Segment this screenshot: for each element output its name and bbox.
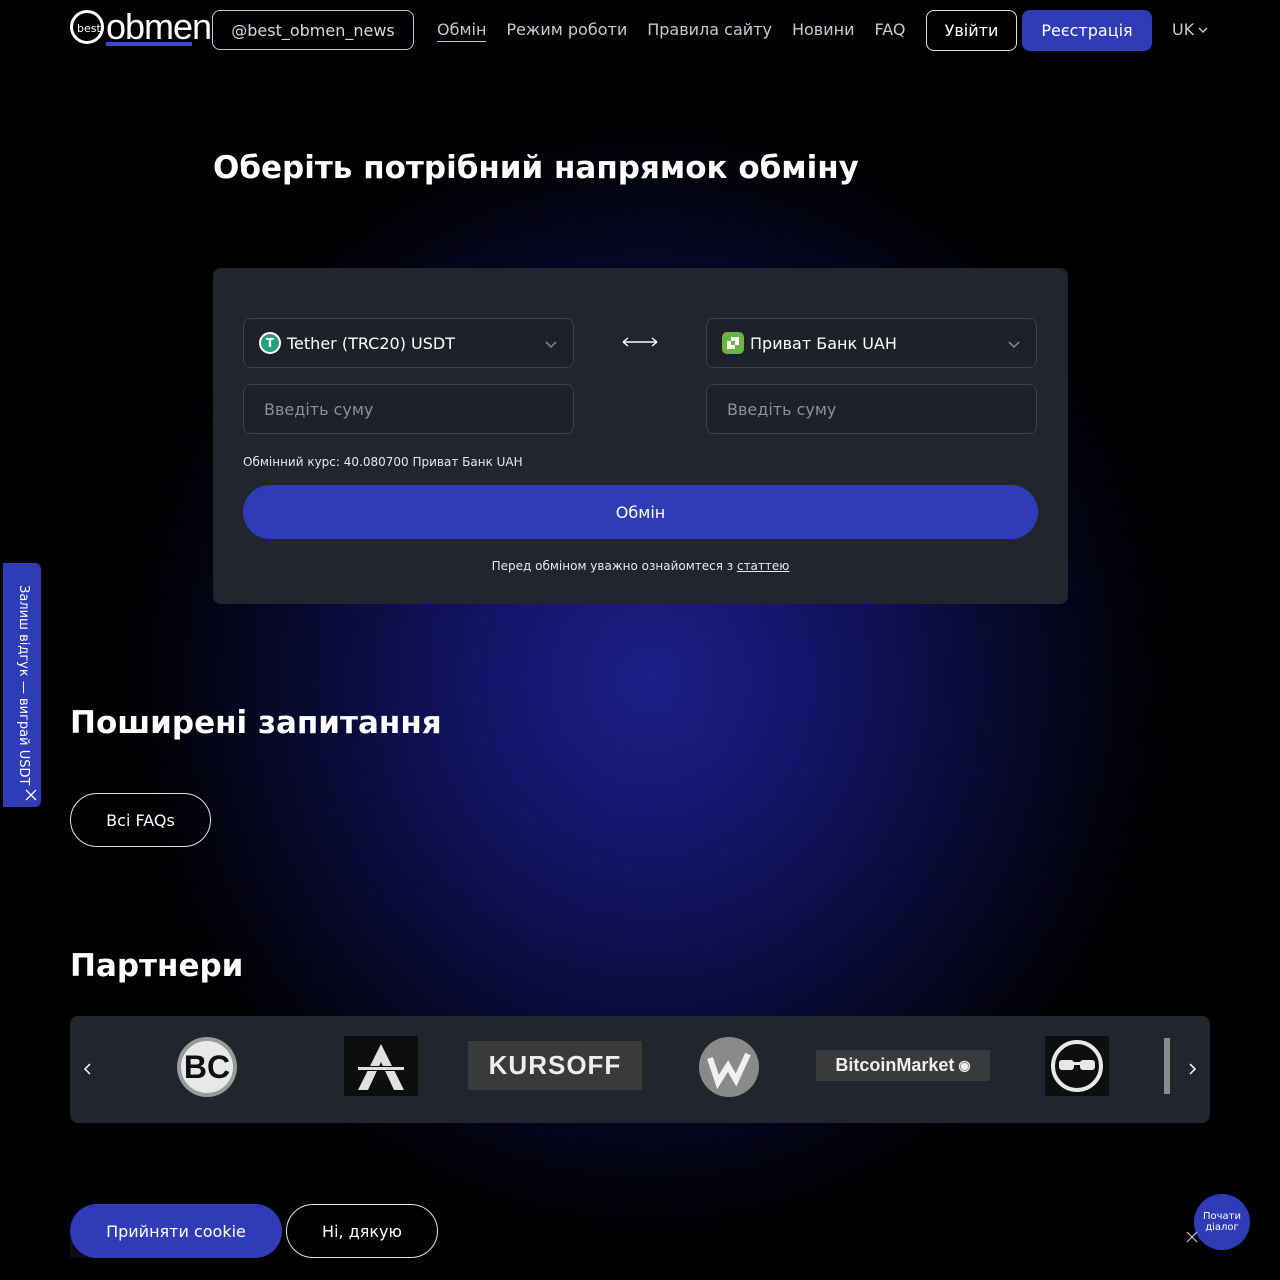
chevron-right-icon[interactable] bbox=[1186, 1062, 1198, 1076]
to-currency-select[interactable]: Приват Банк UAH bbox=[706, 318, 1037, 368]
bitcoinmarket-text: BitcoinMarket bbox=[835, 1055, 955, 1075]
from-amount-input[interactable] bbox=[243, 384, 574, 434]
partner-logo-glasses[interactable] bbox=[1045, 1036, 1109, 1096]
to-amount-input[interactable] bbox=[706, 384, 1037, 434]
money-bag-icon: ◉ bbox=[958, 1057, 971, 1073]
from-currency-select[interactable]: T Tether (TRC20) USDT bbox=[243, 318, 574, 368]
chevron-left-icon[interactable] bbox=[82, 1062, 94, 1076]
nav-item-exchange[interactable]: Обмін bbox=[437, 20, 487, 42]
register-button[interactable]: Реєстрація bbox=[1022, 10, 1152, 51]
chevron-down-icon bbox=[1198, 27, 1208, 33]
all-faqs-button[interactable]: Всі FAQs bbox=[70, 793, 211, 847]
partner-logo-kursoff[interactable]: KURSOFF bbox=[468, 1041, 642, 1090]
chevron-down-icon bbox=[545, 341, 557, 348]
accept-cookie-button[interactable]: Прийняти cookie bbox=[70, 1204, 282, 1258]
partners-carousel: BC KURSOFF BitcoinMarket ◉ bbox=[70, 1016, 1210, 1123]
note-text: Перед обміном уважно ознайомтеся з bbox=[491, 559, 737, 573]
close-icon[interactable] bbox=[25, 789, 37, 801]
exchange-card: T Tether (TRC20) USDT Приват Банк UAH Об… bbox=[213, 268, 1068, 604]
logo-small-text: best bbox=[77, 22, 101, 35]
note-article-link[interactable]: статтею bbox=[737, 559, 789, 573]
main-nav: Обмін Режим роботи Правила сайту Новини … bbox=[437, 20, 905, 42]
from-currency-label: Tether (TRC20) USDT bbox=[287, 333, 455, 353]
swap-arrows-icon[interactable] bbox=[621, 332, 659, 352]
close-icon[interactable] bbox=[1186, 1231, 1198, 1243]
nav-item-faq[interactable]: FAQ bbox=[874, 20, 905, 42]
chat-label-line2: діалог bbox=[1205, 1222, 1239, 1233]
nav-item-news[interactable]: Новини bbox=[792, 20, 855, 42]
login-button[interactable]: Увійти bbox=[926, 10, 1017, 51]
partner-logo-partial bbox=[1164, 1038, 1170, 1094]
language-selector[interactable]: UK bbox=[1172, 20, 1208, 39]
partner-logo-bitcoinmarket[interactable]: BitcoinMarket ◉ bbox=[816, 1050, 990, 1081]
start-chat-button[interactable]: Почати діалог bbox=[1194, 1194, 1250, 1250]
chat-label-line1: Почати bbox=[1203, 1211, 1241, 1222]
partner-logo-a[interactable] bbox=[344, 1036, 418, 1096]
exchange-title: Оберіть потрібний напрямок обміну bbox=[213, 150, 859, 186]
svg-text:BC: BC bbox=[184, 1049, 230, 1085]
nav-item-schedule[interactable]: Режим роботи bbox=[506, 20, 627, 42]
faq-title: Поширені запитання bbox=[70, 705, 442, 741]
language-label: UK bbox=[1172, 20, 1195, 39]
nav-item-rules[interactable]: Правила сайту bbox=[647, 20, 772, 42]
feedback-tab[interactable]: Залиш відгук — виграй USDT bbox=[3, 563, 41, 807]
site-logo[interactable]: best obmen bbox=[70, 6, 212, 48]
chevron-down-icon bbox=[1008, 341, 1020, 348]
partner-logo-w[interactable] bbox=[698, 1036, 760, 1098]
tether-icon: T bbox=[259, 332, 281, 354]
exchange-note: Перед обміном уважно ознайомтеся з статт… bbox=[213, 559, 1068, 573]
exchange-rate-text: Обмінний курс: 40.080700 Приват Банк UAH bbox=[243, 455, 523, 469]
page: best obmen @best_obmen_news Обмін Режим … bbox=[0, 0, 1280, 1280]
privatbank-icon bbox=[722, 332, 744, 354]
feedback-tab-label: Залиш відгук — виграй USDT bbox=[16, 585, 31, 786]
logo-underline bbox=[106, 42, 192, 46]
chat-button-label: Почати діалог bbox=[1203, 1211, 1241, 1233]
partners-title: Партнери bbox=[70, 948, 244, 984]
decline-cookie-button[interactable]: Ні, дякую bbox=[286, 1204, 438, 1258]
partner-logo-bc[interactable]: BC bbox=[176, 1036, 238, 1098]
to-currency-label: Приват Банк UAH bbox=[750, 333, 897, 353]
telegram-channel-button[interactable]: @best_obmen_news bbox=[212, 10, 414, 50]
exchange-button[interactable]: Обмін bbox=[243, 485, 1038, 539]
